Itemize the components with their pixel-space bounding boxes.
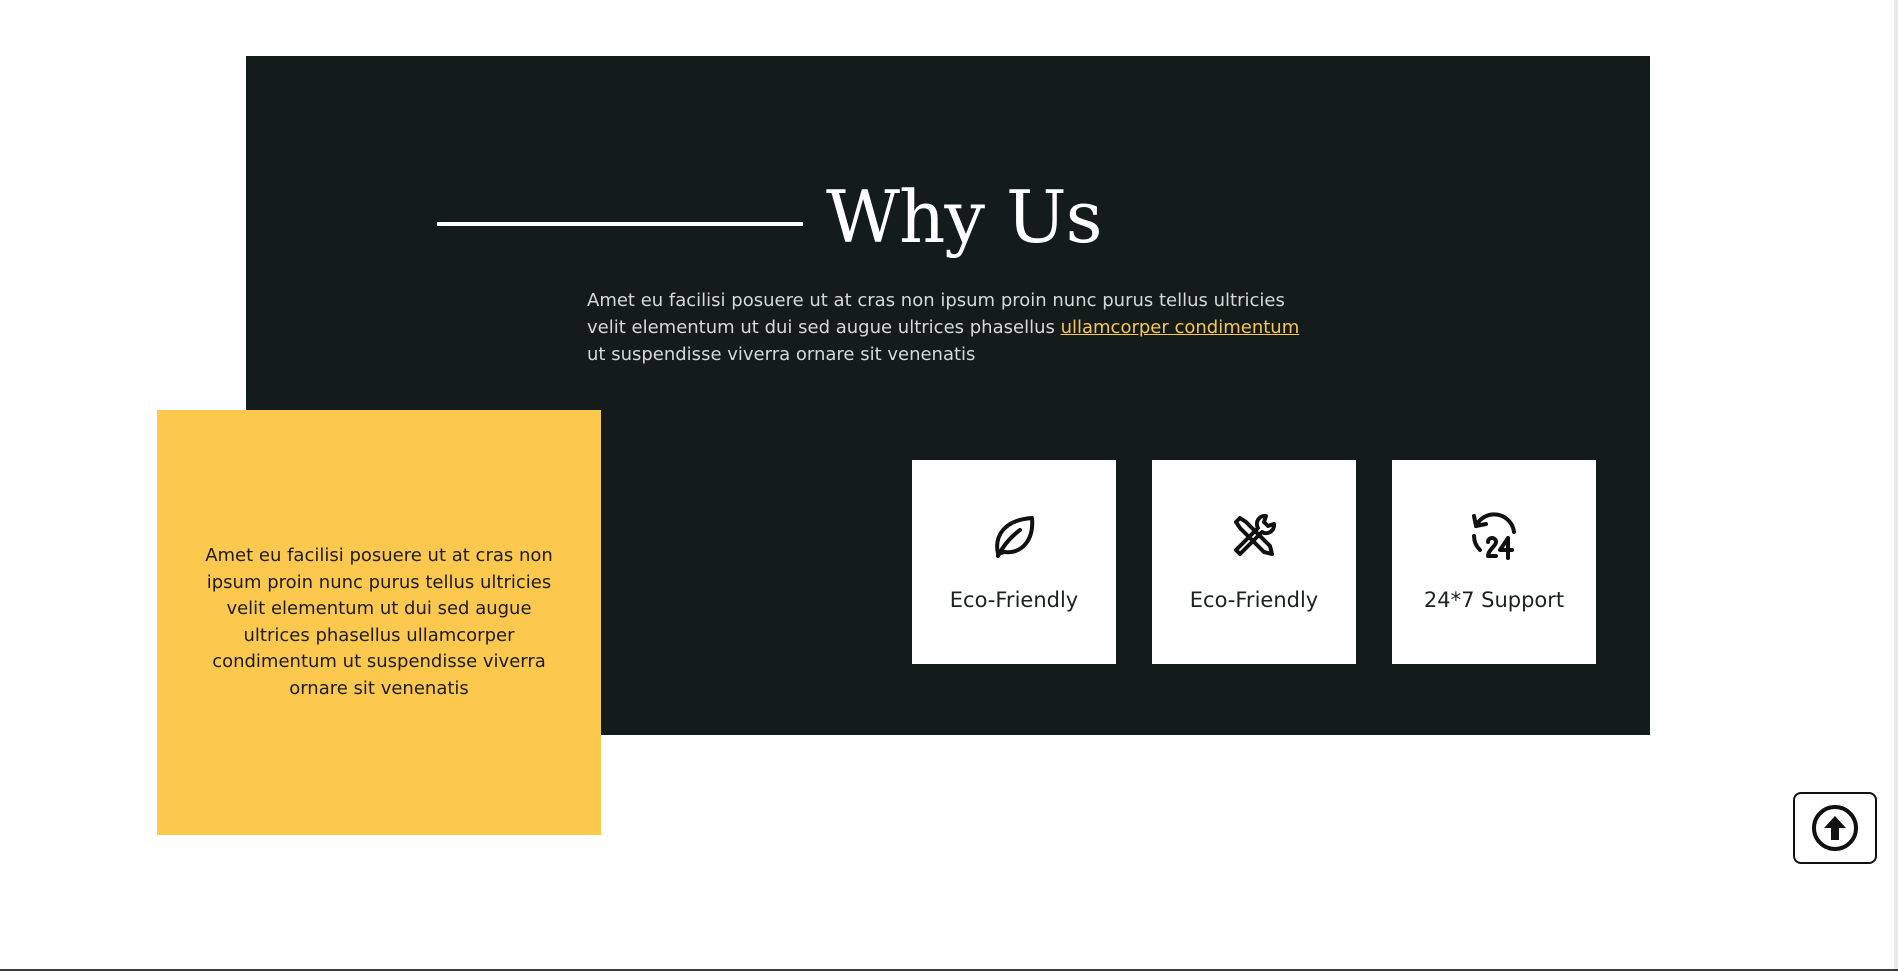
intro-link[interactable]: ullamcorper condimentum — [1061, 317, 1300, 338]
arrow-up-circle-icon — [1812, 805, 1858, 851]
intro-text-end: ut suspendisse viverra ornare sit venena… — [587, 344, 976, 365]
leaf-icon — [995, 516, 1035, 558]
feature-card-support: 24*7 Support — [1392, 460, 1596, 664]
scrollbar-track[interactable] — [1894, 0, 1898, 971]
support-24-icon — [1472, 512, 1516, 560]
feature-card-tools: Eco-Friendly — [1152, 460, 1356, 664]
section-title: Why Us — [826, 175, 1103, 259]
highlight-text: Amet eu facilisi posuere ut at cras non … — [205, 545, 553, 699]
feature-label: Eco-Friendly — [949, 588, 1079, 612]
section-intro: Amet eu facilisi posuere ut at cras non … — [587, 287, 1307, 368]
scroll-to-top-button[interactable] — [1793, 792, 1877, 864]
tools-icon — [1234, 513, 1277, 556]
feature-label: 24*7 Support — [1423, 588, 1565, 612]
feature-card-eco-friendly: Eco-Friendly — [912, 460, 1116, 664]
title-divider-line — [437, 222, 803, 226]
highlight-box: Amet eu facilisi posuere ut at cras non … — [157, 410, 601, 835]
feature-label: Eco-Friendly — [1189, 588, 1319, 612]
page: Why Us Amet eu facilisi posuere ut at cr… — [0, 0, 1898, 971]
